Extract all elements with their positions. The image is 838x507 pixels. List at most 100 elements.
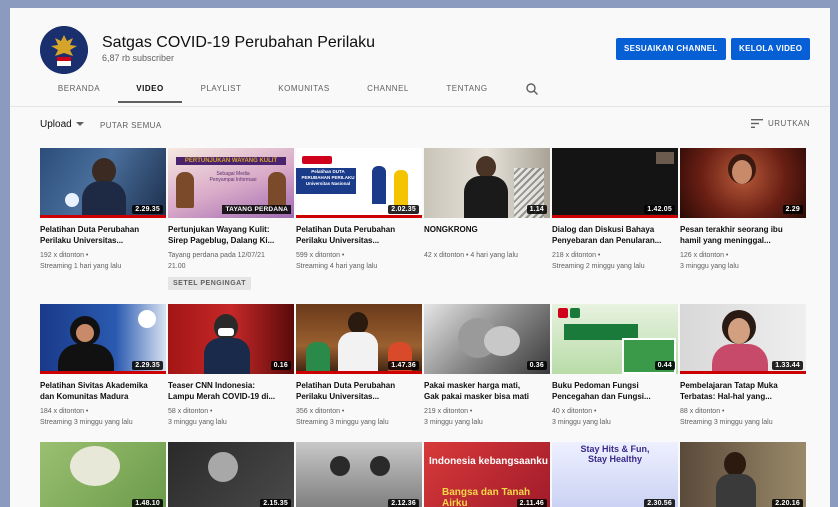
video-card[interactable]: 2.20.16 <box>680 442 806 507</box>
watch-progress-bar <box>40 371 166 374</box>
thumbnail-headline: Stay Hits & Fun, Stay Healthy <box>580 444 650 464</box>
thumbnail-headline: Indonesia kebangsaanku <box>429 456 548 467</box>
video-thumbnail[interactable]: 2.29.35 <box>40 304 166 374</box>
video-thumbnail[interactable]: 0.44 <box>552 304 678 374</box>
watch-progress-bar <box>680 371 806 374</box>
upload-dropdown[interactable]: Upload <box>40 119 84 130</box>
caret-down-icon <box>75 122 84 127</box>
video-metadata: 356 x ditonton • Streaming 3 minggu yang… <box>296 408 389 426</box>
channel-header: Satgas COVID-19 Perubahan Perilaku 6,87 … <box>10 8 830 110</box>
video-card[interactable]: Indonesia kebangsaanku Bangsa dan Tanah … <box>424 442 550 507</box>
video-metadata: 126 x ditonton • 3 minggu yang lalu <box>680 252 739 270</box>
video-card[interactable]: 1.42.05 Dialog dan Diskusi Bahaya Penyeb… <box>552 148 678 272</box>
premiere-badge: TAYANG PERDANA <box>222 205 291 214</box>
channel-name: Satgas COVID-19 Perubahan Perilaku <box>102 34 376 51</box>
video-title[interactable]: Buku Pedoman Fungsi Pencegahan dan Fungs… <box>552 380 678 402</box>
video-card[interactable]: 1.14 NONGKRONG 42 x ditonton • 4 hari ya… <box>424 148 550 261</box>
video-duration: 0.16 <box>270 361 291 370</box>
video-duration: 2.29.35 <box>132 361 163 370</box>
video-thumbnail[interactable]: 2.12.36 <box>296 442 422 507</box>
watch-progress-bar <box>552 215 678 218</box>
video-card[interactable]: 0.36 Pakai masker harga mati, Gak pakai … <box>424 304 550 428</box>
video-metadata: 42 x ditonton • 4 hari yang lalu <box>424 252 518 259</box>
tab-home[interactable]: BERANDA <box>46 78 112 106</box>
video-duration: 2.29 <box>782 205 803 214</box>
video-card[interactable]: Stay Hits & Fun, Stay Healthy 2.30.56 <box>552 442 678 507</box>
channel-avatar[interactable] <box>40 26 88 74</box>
video-thumbnail[interactable]: 1.14 <box>424 148 550 218</box>
video-duration: 0.44 <box>654 361 675 370</box>
video-duration: 1.33.44 <box>772 361 803 370</box>
video-title[interactable]: Pelatihan Sivitas Akademika dan Komunita… <box>40 380 166 402</box>
video-metadata: 219 x ditonton • 3 minggu yang lalu <box>424 408 483 426</box>
video-metadata: 184 x ditonton • Streaming 3 minggu yang… <box>40 408 133 426</box>
video-title[interactable]: NONGKRONG <box>424 224 550 246</box>
garuda-emblem-icon <box>40 26 88 74</box>
video-card[interactable]: 2.29.35 Pelatihan Duta Perubahan Perilak… <box>40 148 166 272</box>
video-thumbnail[interactable]: Pelatihan DUTA PERUBAHAN PERILAKU Univer… <box>296 148 422 218</box>
video-thumbnail[interactable]: Stay Hits & Fun, Stay Healthy 2.30.56 <box>552 442 678 507</box>
video-thumbnail[interactable]: Indonesia kebangsaanku Bangsa dan Tanah … <box>424 442 550 507</box>
sort-button[interactable]: URUTKAN <box>751 119 811 129</box>
manage-videos-button[interactable]: KELOLA VIDEO <box>731 38 811 60</box>
set-reminder-button[interactable]: SETEL PENGINGAT <box>168 277 251 290</box>
tab-about[interactable]: TENTANG <box>434 78 500 106</box>
video-title[interactable]: Pakai masker harga mati, Gak pakai maske… <box>424 380 550 402</box>
video-title[interactable]: Dialog dan Diskusi Bahaya Penyebaran dan… <box>552 224 678 246</box>
video-thumbnail[interactable]: 1.48.10 <box>40 442 166 507</box>
video-thumbnail[interactable]: 0.16 <box>168 304 294 374</box>
video-card[interactable]: Pelatihan DUTA PERUBAHAN PERILAKU Univer… <box>296 148 422 272</box>
video-card[interactable]: 1.47.36 Pelatihan Duta Perubahan Perilak… <box>296 304 422 428</box>
tab-playlists[interactable]: PLAYLIST <box>190 78 252 106</box>
thumbnail-headline: Pelatihan DUTA PERUBAHAN PERILAKU Univer… <box>301 169 355 186</box>
video-title[interactable]: Pesan terakhir seorang ibu hamil yang me… <box>680 224 806 246</box>
customize-channel-button[interactable]: SESUAIKAN CHANNEL <box>616 38 726 60</box>
video-thumbnail[interactable]: 2.29.35 <box>40 148 166 218</box>
video-card[interactable]: 2.12.36 <box>296 442 422 507</box>
watch-progress-bar <box>40 215 166 218</box>
video-thumbnail[interactable]: 1.33.44 <box>680 304 806 374</box>
video-title[interactable]: Pertunjukan Wayang Kulit: Sirep Pageblug… <box>168 224 294 246</box>
video-duration: 2.30.56 <box>644 499 675 507</box>
video-card[interactable]: 1.48.10 <box>40 442 166 507</box>
video-thumbnail[interactable]: 2.20.16 <box>680 442 806 507</box>
video-thumbnail[interactable]: 0.36 <box>424 304 550 374</box>
video-metadata: 599 x ditonton • Streaming 4 hari yang l… <box>296 252 378 270</box>
video-title[interactable]: Pelatihan Duta Perubahan Perilaku Univer… <box>40 224 166 246</box>
video-card[interactable]: 2.29.35 Pelatihan Sivitas Akademika dan … <box>40 304 166 428</box>
video-duration: 1.42.05 <box>644 205 675 214</box>
video-duration: 2.12.36 <box>388 499 419 507</box>
play-all-button[interactable]: PUTAR SEMUA <box>100 121 162 130</box>
video-thumbnail[interactable]: 1.47.36 <box>296 304 422 374</box>
youtube-channel-page: Satgas COVID-19 Perubahan Perilaku 6,87 … <box>10 8 830 507</box>
video-metadata: Tayang perdana pada 12/07/21 21.00 <box>168 252 265 270</box>
video-card[interactable]: 0.44 Buku Pedoman Fungsi Pencegahan dan … <box>552 304 678 428</box>
video-title[interactable]: Pelatihan Duta Perubahan Perilaku Univer… <box>296 224 422 246</box>
video-card[interactable]: 2.29 Pesan terakhir seorang ibu hamil ya… <box>680 148 806 272</box>
video-duration: 1.47.36 <box>388 361 419 370</box>
video-metadata: 58 x ditonton • 3 minggu yang lalu <box>168 408 227 426</box>
video-card[interactable]: 2.15.35 <box>168 442 294 507</box>
watch-progress-bar <box>296 215 422 218</box>
video-thumbnail[interactable]: 1.42.05 <box>552 148 678 218</box>
thumbnail-subtext: Sebagai Media Penyampai Informasi <box>209 171 257 183</box>
video-thumbnail[interactable]: PERTUNJUKAN WAYANG KULIT Sebagai Media P… <box>168 148 294 218</box>
video-thumbnail[interactable]: 2.29 <box>680 148 806 218</box>
video-card[interactable]: 1.33.44 Pembelajaran Tatap Muka Terbatas… <box>680 304 806 428</box>
video-title[interactable]: Teaser CNN Indonesia: Lampu Merah COVID-… <box>168 380 294 402</box>
video-card[interactable]: PERTUNJUKAN WAYANG KULIT Sebagai Media P… <box>168 148 294 290</box>
search-icon[interactable] <box>525 82 539 96</box>
video-title[interactable]: Pembelajaran Tatap Muka Terbatas: Hal-ha… <box>680 380 806 402</box>
sort-label: URUTKAN <box>768 119 811 128</box>
video-metadata: 218 x ditonton • Streaming 2 minggu yang… <box>552 252 645 270</box>
tab-videos[interactable]: VIDEO <box>118 78 182 103</box>
video-thumbnail[interactable]: 2.15.35 <box>168 442 294 507</box>
video-card[interactable]: 0.16 Teaser CNN Indonesia: Lampu Merah C… <box>168 304 294 428</box>
tab-channels[interactable]: CHANNEL <box>356 78 420 106</box>
subscriber-count: 6,87 rb subscriber <box>102 53 175 63</box>
video-title[interactable]: Pelatihan Duta Perubahan Perilaku Univer… <box>296 380 422 402</box>
tab-community[interactable]: KOMUNITAS <box>268 78 340 106</box>
header-divider <box>10 106 830 107</box>
thumbnail-headline: PERTUNJUKAN WAYANG KULIT <box>176 157 286 165</box>
watch-progress-bar <box>296 371 422 374</box>
